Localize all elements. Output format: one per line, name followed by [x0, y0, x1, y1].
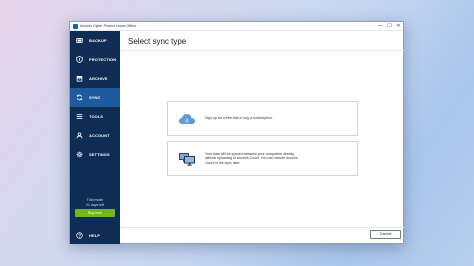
- title-bar: Acronis Cyber Protect Home Office — ☐ ✕: [70, 22, 403, 31]
- minimize-button[interactable]: —: [376, 22, 385, 31]
- buy-now-button[interactable]: Buy now: [75, 209, 115, 218]
- footer-divider: [120, 227, 404, 228]
- sidebar-item-backup[interactable]: BACKUP: [70, 31, 120, 50]
- backup-icon: [75, 37, 83, 45]
- sidebar-item-label: TOOLS: [89, 114, 104, 119]
- sync-option-cloud-text: Sign up for a free trial or buy a subscr…: [205, 116, 273, 121]
- sidebar-item-label: SETTINGS: [89, 152, 110, 157]
- sidebar-item-settings[interactable]: SETTINGS: [70, 145, 120, 164]
- window-title: Acronis Cyber Protect Home Office: [80, 24, 136, 28]
- option-text-line: without uploading to Acronis Cloud. You …: [205, 156, 298, 161]
- account-icon: [75, 132, 83, 140]
- app-logo-icon: [73, 23, 78, 29]
- window-controls: — ☐ ✕: [376, 22, 403, 31]
- trial-status: Trial mode 21 days left Buy now: [70, 198, 120, 218]
- sync-option-local-text: Your data will be synced between your co…: [205, 152, 298, 166]
- sidebar-item-label: SYNC: [89, 95, 101, 100]
- app-window: Acronis Cyber Protect Home Office — ☐ ✕ …: [69, 21, 404, 244]
- close-button[interactable]: ✕: [394, 22, 403, 31]
- sync-option-local[interactable]: Your data will be synced between your co…: [167, 141, 358, 176]
- sidebar-item-help[interactable]: HELP: [70, 227, 120, 244]
- archive-icon: [75, 75, 83, 83]
- computers-icon: [177, 152, 197, 166]
- shield-icon: [75, 56, 83, 64]
- sidebar-item-label: BACKUP: [89, 38, 107, 43]
- trial-days-left: 21 days left: [86, 202, 104, 207]
- tools-icon: [75, 113, 83, 121]
- cancel-button[interactable]: Cancel: [370, 230, 401, 239]
- option-text-line: Sign up for a free trial or buy a subscr…: [205, 116, 273, 121]
- cloud-icon: A: [177, 113, 197, 125]
- sidebar-item-label: PROTECTION: [89, 57, 117, 62]
- sidebar: BACKUP PROTECTION ARCHIVE SYNC TOOLS ACC…: [70, 31, 120, 244]
- main-panel: Select sync type A Sign up for a free tr…: [120, 31, 404, 244]
- option-text-line: Cloud in the sync later.: [205, 160, 241, 165]
- sync-option-cloud[interactable]: A Sign up for a free trial or buy a subs…: [167, 101, 358, 136]
- maximize-button[interactable]: ☐: [385, 22, 394, 31]
- gear-icon: [75, 151, 83, 159]
- sidebar-item-label: ACCOUNT: [89, 133, 110, 138]
- page-title: Select sync type: [128, 37, 187, 46]
- title-divider: [120, 50, 404, 51]
- sidebar-item-archive[interactable]: ARCHIVE: [70, 69, 120, 88]
- sidebar-item-account[interactable]: ACCOUNT: [70, 126, 120, 145]
- sidebar-item-protection[interactable]: PROTECTION: [70, 50, 120, 69]
- sidebar-item-label: HELP: [89, 233, 101, 238]
- sidebar-item-tools[interactable]: TOOLS: [70, 107, 120, 126]
- sidebar-item-sync[interactable]: SYNC: [70, 88, 120, 107]
- sync-icon: [75, 94, 83, 102]
- help-icon: [75, 232, 83, 240]
- option-text-line: Your data will be synced between your co…: [205, 151, 295, 156]
- sidebar-item-label: ARCHIVE: [89, 76, 108, 81]
